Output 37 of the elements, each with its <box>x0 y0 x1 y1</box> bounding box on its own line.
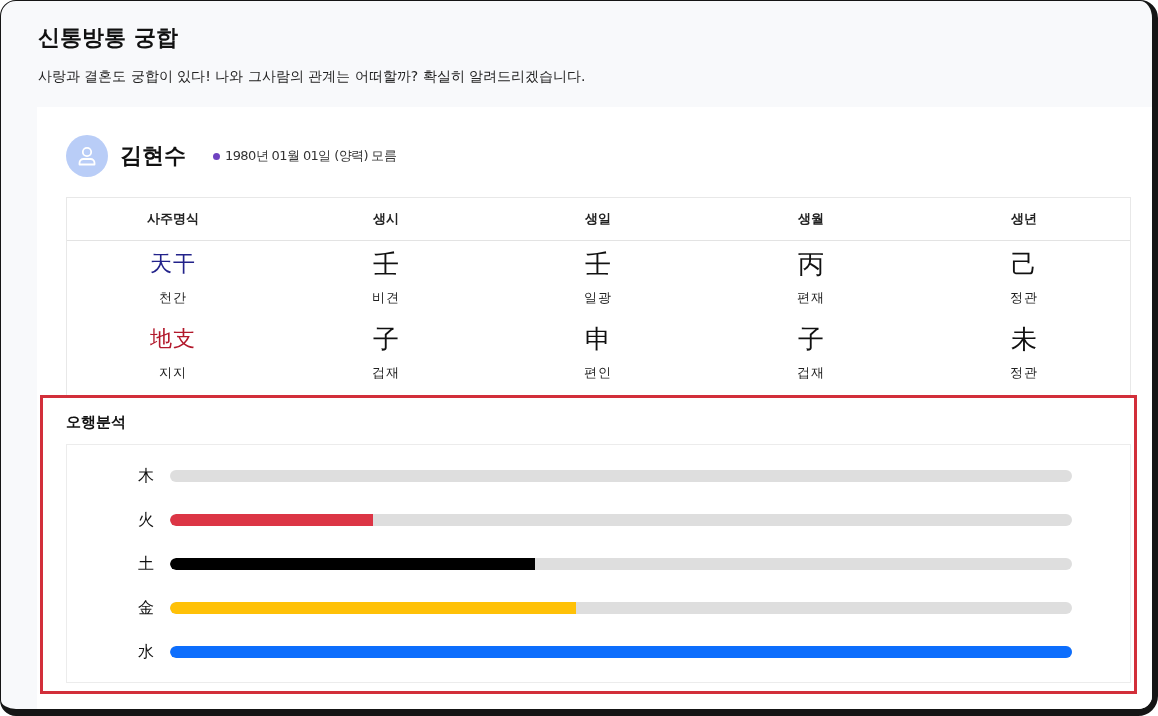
avatar-icon <box>66 135 108 177</box>
birth-info: 1980년 01월 01일 (양력) 모름 <box>225 147 397 165</box>
element-label: 土 <box>137 554 155 574</box>
reading-text: 천간 <box>159 289 188 307</box>
reading-text: 편재 <box>797 289 826 307</box>
reading-text: 겁재 <box>797 364 826 382</box>
reading-text: 편인 <box>584 364 613 382</box>
element-label: 金 <box>137 598 155 618</box>
hanja-cell: 丙 <box>798 248 825 280</box>
hanja-cell: 子 <box>372 323 399 355</box>
reading-text: 정관 <box>1009 289 1038 307</box>
hanja-cell: 未 <box>1010 323 1037 355</box>
bullet-dot-icon <box>213 152 220 160</box>
column-header: 생년 <box>1010 210 1037 228</box>
reading-text: 일광 <box>584 289 613 307</box>
element-label: 水 <box>137 642 155 662</box>
column-header: 생시 <box>372 210 399 228</box>
reading-text: 지지 <box>159 364 188 382</box>
reading-text: 비견 <box>371 289 400 307</box>
column-header: 생월 <box>798 210 825 228</box>
person-name: 김현수 <box>120 142 186 170</box>
hanja-cell: 己 <box>1010 248 1037 280</box>
section-title: 오행분석 <box>66 412 126 433</box>
page-title: 신통방통 궁합 <box>38 24 178 52</box>
column-header: 생일 <box>585 210 612 228</box>
reading-text: 정관 <box>1009 364 1038 382</box>
hanja-cell: 子 <box>798 323 825 355</box>
row-label: 天干 <box>150 250 197 278</box>
hanja-cell: 壬 <box>585 248 612 280</box>
row-label: 地支 <box>150 325 197 353</box>
hanja-cell: 申 <box>585 323 612 355</box>
page-subtitle: 사랑과 결혼도 궁합이 있다! 나와 그사람의 관계는 어떠할까? 확실히 알려드리겠습니다. <box>38 67 586 86</box>
element-label: 木 <box>137 466 155 486</box>
element-label: 火 <box>137 510 155 530</box>
reading-text: 겁재 <box>371 364 400 382</box>
column-header: 사주명식 <box>147 210 200 228</box>
hanja-cell: 壬 <box>372 248 399 280</box>
